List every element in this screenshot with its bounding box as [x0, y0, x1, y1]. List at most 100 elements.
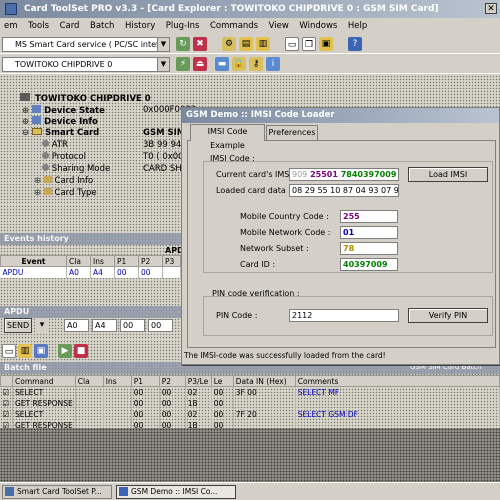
batch-col-p1[interactable]: P1	[130, 375, 160, 387]
tree-item-atr[interactable]: ATR	[42, 140, 68, 150]
events-col-p2[interactable]: P2	[138, 255, 163, 267]
batch-col-comments[interactable]: Comments	[294, 375, 500, 387]
send-button-label: SEND	[6, 321, 30, 330]
menu-item-history[interactable]: History	[121, 19, 159, 34]
batch-col-le[interactable]: Le	[210, 375, 234, 387]
card-icon[interactable]: ▬	[215, 57, 229, 71]
service-combo[interactable]: MS Smart Card service ( PC/SC inteface )…	[2, 37, 170, 52]
connect-icon[interactable]: ⚡	[176, 57, 190, 71]
apdu-ins-field[interactable]: A4	[92, 319, 117, 332]
tree-item-label: ATR	[51, 140, 68, 150]
batch-col-data[interactable]: Data IN (Hex)	[232, 375, 296, 387]
expand-icon[interactable]: ⊕	[34, 176, 41, 186]
taskbar-item-gsm-demo[interactable]: GSM Demo :: IMSI Co...	[116, 485, 236, 499]
copy-icon[interactable]: ❐	[302, 37, 316, 51]
expand-icon[interactable]: ⊕	[22, 106, 29, 116]
batch-cell-command: SELECT	[12, 408, 76, 420]
menu-item-view[interactable]: View	[265, 19, 293, 34]
tab-preferences[interactable]: Preferences	[266, 125, 318, 140]
key-icon[interactable]: ⚷	[249, 57, 263, 71]
batch-col-ins[interactable]: Ins	[102, 375, 132, 387]
batch-col-command[interactable]: Command	[12, 375, 76, 387]
table-row[interactable]: ☑ GET RESPONSE 00 00 1B 00	[0, 397, 500, 409]
collapse-icon[interactable]: ⊖	[22, 128, 29, 138]
card-id-label: Card ID :	[240, 260, 276, 269]
table-row[interactable]: ☑ SELECT 00 00 02 00 3F 00 SELECT MF	[0, 386, 500, 398]
table-row[interactable]: ☑ SELECT 00 00 02 00 7F 20 SELECT GSM DF	[0, 408, 500, 420]
menu-item-batch[interactable]: Batch	[86, 19, 118, 34]
toolbar-service: MS Smart Card service ( PC/SC inteface )…	[0, 34, 500, 54]
open-icon[interactable]: ▥	[18, 344, 32, 358]
tree-item-device-info[interactable]: ⊕ Device Info	[22, 116, 98, 127]
batch-col-p2[interactable]: P2	[158, 375, 186, 387]
mnc-label: Mobile Network Code :	[240, 228, 331, 237]
eject-icon[interactable]: ✖	[193, 37, 207, 51]
close-icon[interactable]: ✕	[485, 3, 497, 14]
app-icon	[119, 487, 128, 496]
settings-icon[interactable]: ⚙	[222, 37, 236, 51]
expand-icon[interactable]: ⊕	[34, 188, 41, 198]
bullet-icon	[42, 140, 49, 147]
folder-open-icon[interactable]: ▥	[256, 37, 270, 51]
apdu-p1-field[interactable]: 00	[120, 319, 145, 332]
reader-combo-value: TOWITOKO CHIPDRIVE 0	[15, 60, 113, 69]
batch-table: Command Cla Ins P1 P2 P3/Le Le Data IN (…	[0, 375, 500, 431]
stop-icon[interactable]: ■	[74, 344, 88, 358]
row-checkbox[interactable]: ☑	[0, 397, 13, 409]
menu-item-plugins[interactable]: Plug-Ins	[162, 19, 204, 34]
apdu-cla-field[interactable]: A0	[64, 319, 89, 332]
reader-combo[interactable]: TOWITOKO CHIPDRIVE 0 ▼	[2, 57, 170, 72]
tree-item-card-info[interactable]: ⊕ Card Info	[34, 176, 93, 186]
lock-icon[interactable]: 🔒	[232, 57, 246, 71]
loaded-data-label: Loaded card data :	[216, 186, 292, 195]
events-col-p1[interactable]: P1	[114, 255, 139, 267]
help-icon[interactable]: ?	[348, 37, 362, 51]
events-col-p3[interactable]: P3	[162, 255, 181, 267]
events-col-ins[interactable]: Ins	[90, 255, 115, 267]
menu-item-commands[interactable]: Commands	[206, 19, 262, 34]
table-row[interactable]: APDU A0 A4 00 00	[0, 266, 181, 278]
tree-item-sharing-mode[interactable]: Sharing Mode	[42, 164, 110, 174]
play-icon[interactable]: ▶	[58, 344, 72, 358]
history-icon[interactable]: ▾	[35, 318, 49, 332]
tab-imsi-code-example[interactable]: IMSI Code Example	[190, 124, 265, 150]
events-col-cla[interactable]: Cla	[66, 255, 91, 267]
refresh-icon[interactable]: ↻	[176, 37, 190, 51]
tree-root[interactable]: TOWITOKO CHIPDRIVE 0	[20, 93, 151, 104]
menu-item-tools[interactable]: Tools	[24, 19, 53, 34]
pin-input[interactable]: 2112	[289, 309, 399, 322]
new-icon[interactable]: ▭	[2, 344, 16, 358]
app-icon	[5, 487, 14, 496]
document-icon[interactable]: ▭	[285, 37, 299, 51]
menu-item-file[interactable]: em	[0, 19, 22, 34]
menu-item-windows[interactable]: Windows	[295, 19, 341, 34]
tree-item-smart-card[interactable]: ⊖ Smart Card	[22, 128, 99, 138]
menu-item-help[interactable]: Help	[344, 19, 371, 34]
events-col-event[interactable]: Event	[0, 255, 67, 267]
taskbar-item-toolset[interactable]: Smart Card ToolSet P...	[2, 485, 112, 499]
info-icon[interactable]: i	[266, 57, 280, 71]
verify-pin-button[interactable]: Verify PIN	[408, 308, 488, 323]
status-message: The IMSI-code was successfully loaded fr…	[184, 351, 386, 360]
batch-col-cla[interactable]: Cla	[74, 375, 104, 387]
tree-item-protocol[interactable]: Protocol	[42, 152, 86, 162]
expand-icon[interactable]: ⊕	[22, 117, 29, 127]
load-imsi-button[interactable]: Load IMSI	[408, 167, 488, 182]
chevron-down-icon[interactable]: ▼	[157, 58, 169, 71]
send-button[interactable]: SEND	[4, 318, 32, 333]
menu-item-card[interactable]: Card	[56, 19, 84, 34]
paste-icon[interactable]: ▣	[319, 37, 333, 51]
batch-cell-ins	[103, 408, 132, 420]
apdu-p2-field[interactable]: 00	[148, 319, 173, 332]
batch-col-p3le[interactable]: P3/Le	[184, 375, 212, 387]
folder-icon[interactable]: ▤	[239, 37, 253, 51]
row-checkbox[interactable]: ☑	[0, 408, 13, 420]
row-checkbox[interactable]: ☑	[0, 386, 13, 398]
batch-cell-cla	[75, 408, 104, 420]
imsi-mnc: 25501	[310, 170, 338, 179]
tree-item-card-type[interactable]: ⊕ Card Type	[34, 188, 97, 198]
disconnect-icon[interactable]: ⏏	[193, 57, 207, 71]
tree-item-device-state[interactable]: ⊕ Device State	[22, 105, 105, 116]
chevron-down-icon[interactable]: ▼	[157, 38, 169, 51]
save-icon[interactable]: ▣	[34, 344, 48, 358]
